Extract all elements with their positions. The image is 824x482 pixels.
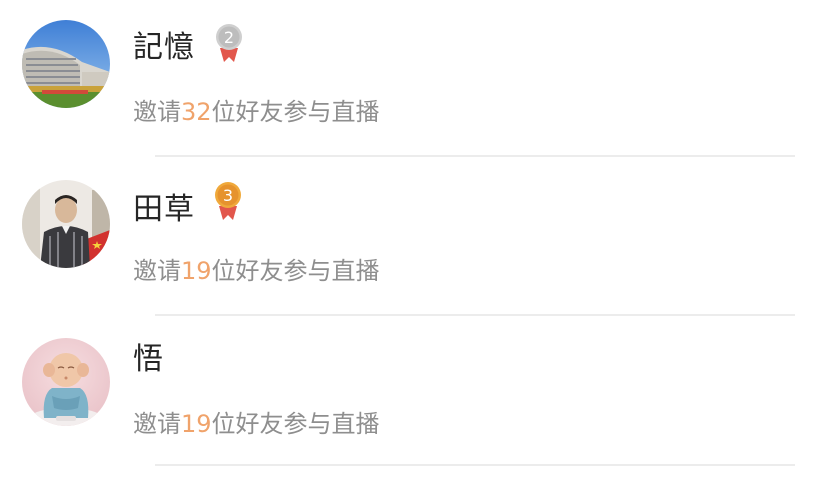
user-name[interactable]: 悟	[133, 340, 164, 380]
desc-prefix: 邀请	[133, 410, 181, 438]
invite-description: 邀请32位好友参与直播	[133, 95, 380, 129]
invite-count: 19	[181, 257, 212, 285]
building-photo-avatar	[22, 20, 110, 108]
user-name[interactable]: 田草	[133, 190, 195, 230]
medal-rank: 2	[224, 28, 234, 47]
ranking-row[interactable]: 悟 邀请19位好友参与直播	[0, 316, 824, 474]
medal-rank: 3	[223, 186, 233, 205]
row-divider	[155, 464, 795, 466]
invite-description: 邀请19位好友参与直播	[133, 407, 380, 441]
avatar[interactable]	[22, 20, 110, 108]
person-photo-avatar	[22, 180, 110, 268]
desc-prefix: 邀请	[133, 257, 181, 285]
invite-count: 32	[181, 98, 212, 126]
avatar[interactable]	[22, 338, 110, 426]
user-name[interactable]: 記憶	[133, 28, 195, 68]
ranking-row[interactable]: 田草 3 邀请19位好友参与直播	[0, 158, 824, 316]
desc-suffix: 位好友参与直播	[211, 410, 380, 438]
invite-ranking-list: 記憶 2 邀请32位好友参与直播 田草 3 邀请19位好友参与直播 悟 邀请19…	[0, 0, 824, 482]
monk-figurine-avatar	[22, 338, 110, 426]
invite-description: 邀请19位好友参与直播	[133, 254, 380, 288]
silver-medal-icon: 2	[214, 22, 244, 62]
avatar[interactable]	[22, 180, 110, 268]
desc-prefix: 邀请	[133, 98, 181, 126]
desc-suffix: 位好友参与直播	[211, 98, 380, 126]
invite-count: 19	[181, 410, 212, 438]
row-divider	[155, 155, 795, 157]
desc-suffix: 位好友参与直播	[211, 257, 380, 285]
ranking-row[interactable]: 記憶 2 邀请32位好友参与直播	[0, 0, 824, 158]
bronze-medal-icon: 3	[213, 180, 243, 220]
